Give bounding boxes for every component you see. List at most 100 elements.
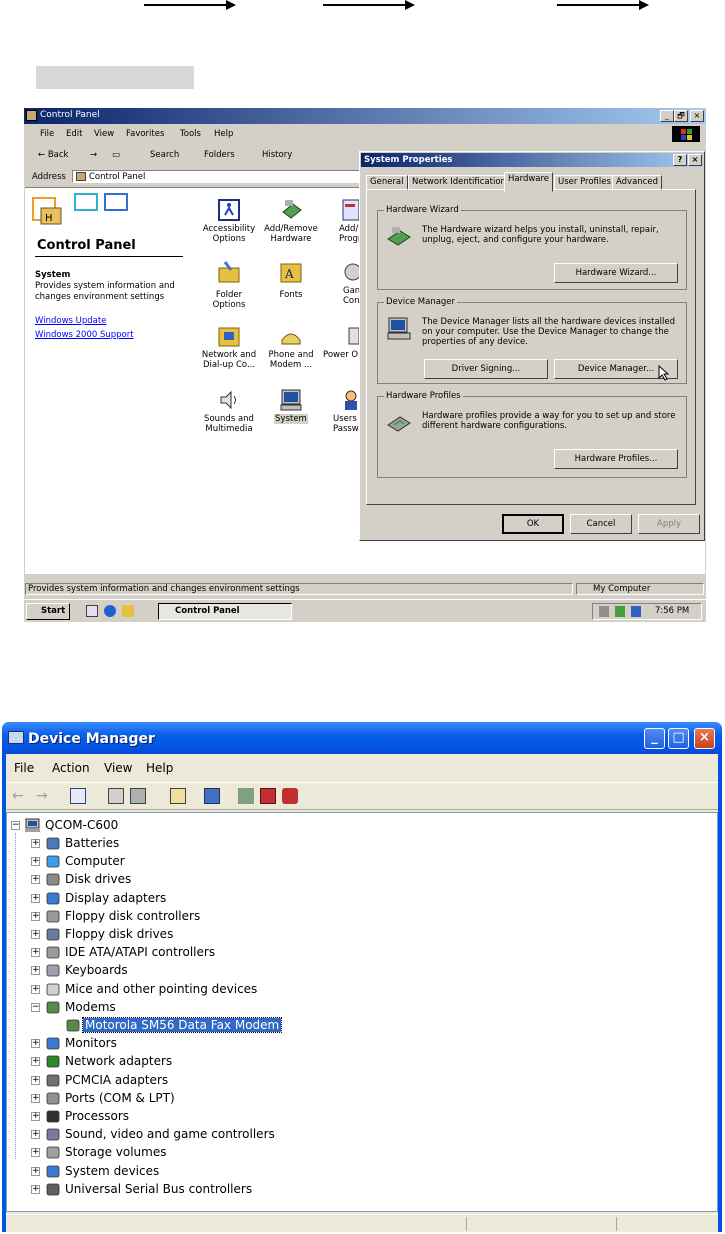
tab-hardware[interactable]: Hardware <box>504 172 554 192</box>
volume-icon[interactable] <box>599 606 609 617</box>
usb-icon <box>45 1182 61 1197</box>
dm-menu-help[interactable]: Help <box>146 761 173 775</box>
help-icon[interactable] <box>170 788 186 804</box>
close-button[interactable]: × <box>690 110 704 122</box>
category-expander[interactable]: − <box>31 1002 40 1012</box>
device-manager-body: File Action View Help ← → − QCOM-C600 + B… <box>6 754 718 1232</box>
category-expander[interactable]: + <box>31 1075 40 1085</box>
windows-update-link[interactable]: Windows Update <box>35 316 106 326</box>
menu-help[interactable]: Help <box>214 129 233 139</box>
scan-hardware-icon[interactable] <box>204 788 220 804</box>
network-tray-icon[interactable] <box>615 606 625 617</box>
taskbar-control-panel-button[interactable]: Control Panel <box>158 603 292 620</box>
back-button[interactable]: ← Back <box>38 150 68 160</box>
hardware-profiles-button[interactable]: Hardware Profiles... <box>554 449 678 469</box>
menu-view[interactable]: View <box>94 129 114 139</box>
driver-signing-button[interactable]: Driver Signing... <box>424 359 548 379</box>
category-expander[interactable]: + <box>31 875 40 885</box>
dm-menu-file[interactable]: File <box>14 761 34 775</box>
control-panel-icon <box>26 110 37 121</box>
hardware-wizard-group: Hardware Wizard The Hardware wizard help… <box>377 205 687 290</box>
dm-maximize-button[interactable]: □ <box>668 728 689 749</box>
dm-minimize-button[interactable]: _ <box>644 728 665 749</box>
menu-favorites[interactable]: Favorites <box>126 129 164 139</box>
phone-modem-item[interactable]: Phone and Modem ... <box>261 324 321 370</box>
forward-arrow-icon[interactable]: → <box>36 788 52 804</box>
monitor-icon <box>45 1036 61 1051</box>
search-button[interactable]: Search <box>150 150 179 160</box>
history-button[interactable]: History <box>262 150 292 160</box>
help-button[interactable]: ? <box>673 154 687 166</box>
category-expander[interactable]: + <box>31 1112 40 1121</box>
category-expander[interactable]: + <box>31 930 40 939</box>
sounds-icon <box>217 388 241 412</box>
minimize-button[interactable]: _ <box>660 110 674 122</box>
category-expander[interactable]: + <box>31 893 40 903</box>
status-zone: My Computer <box>576 583 704 595</box>
internet-explorer-icon[interactable] <box>104 605 116 617</box>
disable-device-icon[interactable] <box>282 788 298 804</box>
category-expander[interactable]: + <box>31 984 40 994</box>
category-expander[interactable]: + <box>31 1166 40 1176</box>
status-divider-1 <box>466 1217 467 1231</box>
add-remove-hardware-item[interactable]: Add/Remove Hardware <box>261 198 321 244</box>
hardware-wizard-button[interactable]: Hardware Wizard... <box>554 263 678 283</box>
network-dialup-item[interactable]: Network and Dial-up Co... <box>199 324 259 370</box>
cancel-button[interactable]: Cancel <box>570 514 632 534</box>
restore-button[interactable]: 🗗 <box>674 110 688 122</box>
up-folder-icon[interactable]: ▭ <box>112 150 120 160</box>
device-label: Mice and other pointing devices <box>65 981 258 996</box>
menu-tools[interactable]: Tools <box>180 129 201 139</box>
category-expander[interactable]: + <box>31 1093 40 1103</box>
category-expander[interactable]: + <box>31 1184 40 1194</box>
uninstall-icon[interactable] <box>260 788 276 804</box>
forward-button[interactable]: → <box>90 150 97 160</box>
fonts-label: Fonts <box>279 290 303 300</box>
category-expander[interactable]: + <box>31 1148 40 1158</box>
category-expander[interactable]: + <box>31 839 40 848</box>
floppy-controller-icon <box>45 909 61 924</box>
accessibility-options-item[interactable]: Accessibility Options <box>199 198 259 244</box>
device-label: Universal Serial Bus controllers <box>65 1181 253 1196</box>
windows-2000-support-link[interactable]: Windows 2000 Support <box>35 330 134 340</box>
fonts-item[interactable]: A Fonts <box>261 260 321 300</box>
start-button[interactable]: Start <box>26 603 70 620</box>
dm-close-button[interactable]: × <box>694 728 715 749</box>
ok-button[interactable]: OK <box>502 514 564 534</box>
dm-menu-view[interactable]: View <box>104 761 132 775</box>
tray-app-icon[interactable] <box>631 606 641 617</box>
menu-file[interactable]: File <box>40 129 54 139</box>
dm-status-bar <box>6 1214 718 1232</box>
device-label: Motorola SM56 Data Fax Modem <box>81 1017 283 1033</box>
hardware-profiles-text: Hardware profiles provide a way for you … <box>422 411 676 431</box>
show-desktop-icon[interactable] <box>86 605 98 617</box>
category-expander[interactable]: + <box>31 1057 40 1067</box>
dialog-close-button[interactable]: × <box>688 154 702 166</box>
update-driver-icon[interactable] <box>238 788 254 804</box>
dm-menu-action[interactable]: Action <box>52 761 90 775</box>
category-expander[interactable]: + <box>31 911 40 921</box>
category-expander[interactable]: + <box>31 857 40 867</box>
properties-icon[interactable] <box>108 788 124 804</box>
accessibility-options-label: Accessibility Options <box>202 224 256 244</box>
root-expander[interactable]: − <box>11 821 20 830</box>
system-item[interactable]: System <box>261 388 321 424</box>
sounds-multimedia-item[interactable]: Sounds and Multimedia <box>199 388 259 434</box>
outlook-express-icon[interactable] <box>122 605 134 617</box>
category-expander[interactable]: + <box>31 1130 40 1140</box>
category-expander[interactable]: + <box>31 966 40 976</box>
folders-button[interactable]: Folders <box>204 150 235 160</box>
show-hide-tree-icon[interactable] <box>70 788 86 804</box>
device-label: IDE ATA/ATAPI controllers <box>65 945 216 960</box>
category-expander[interactable]: + <box>31 948 40 958</box>
device-label: Network adapters <box>65 1054 173 1069</box>
apply-button[interactable]: Apply <box>638 514 700 534</box>
menu-edit[interactable]: Edit <box>66 129 82 139</box>
back-arrow-icon[interactable]: ← <box>12 788 28 804</box>
device-label: Processors <box>65 1109 130 1123</box>
folder-options-item[interactable]: Folder Options <box>199 260 259 310</box>
category-expander[interactable]: + <box>31 1039 40 1049</box>
disk-drive-icon <box>45 872 61 887</box>
address-input[interactable]: Control Panel <box>72 170 362 183</box>
print-icon[interactable] <box>130 788 146 804</box>
